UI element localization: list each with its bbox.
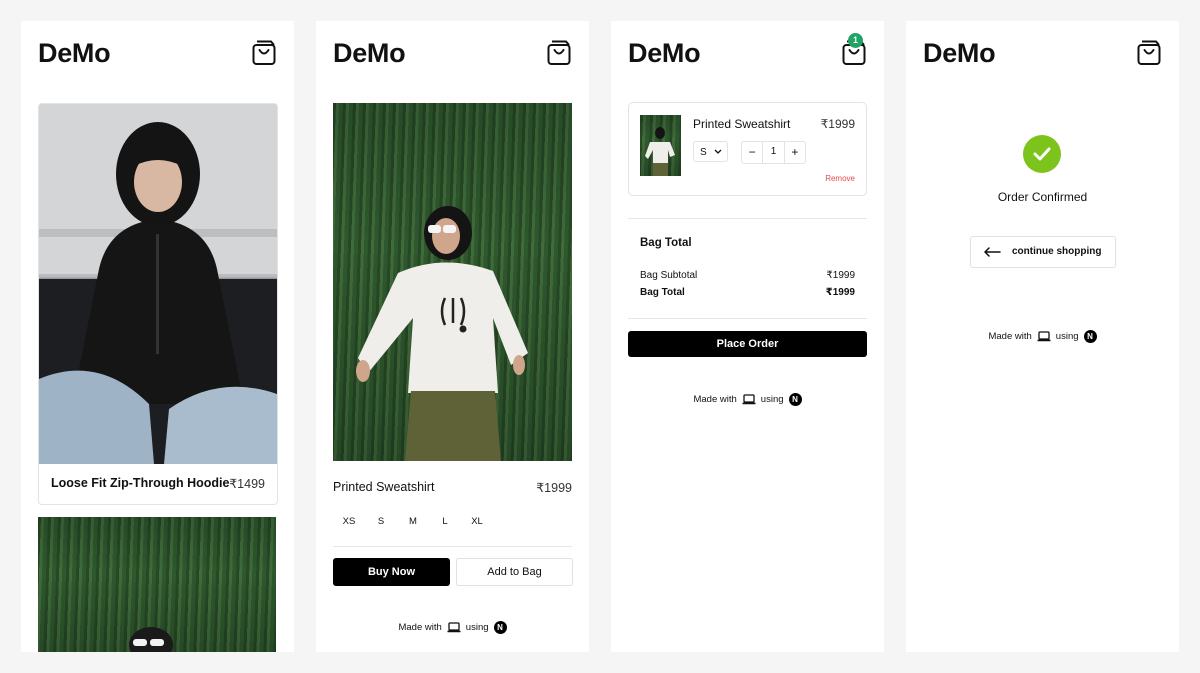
bag-button[interactable]: 1	[841, 33, 867, 67]
check-icon	[1033, 147, 1051, 161]
made-with-footer: Made with using N	[316, 621, 589, 634]
nextjs-logo-icon[interactable]: N	[1083, 330, 1097, 343]
size-option-xs[interactable]: XS	[333, 515, 365, 529]
order-confirmed-message: Order Confirmed	[997, 190, 1088, 204]
using-text: using	[465, 622, 489, 633]
bag-screen: DeMo 1 Printed Sweatshirt ₹1999 S − 1 + …	[611, 21, 884, 652]
using-text: using	[760, 394, 784, 405]
product-name[interactable]: Loose Fit Zip-Through Hoodie	[51, 476, 229, 490]
listing-screen: DeMo Loose Fit Zip-Through Hoodie ₹1499	[21, 21, 294, 652]
made-with-footer: Made with using N	[906, 330, 1179, 343]
place-order-button[interactable]: Place Order	[628, 331, 867, 357]
header: DeMo	[333, 37, 572, 69]
laptop-icon	[742, 394, 756, 405]
nextjs-logo-icon[interactable]: N	[788, 393, 802, 406]
bag-button[interactable]	[251, 39, 277, 67]
subtotal-label: Bag Subtotal	[640, 270, 698, 281]
brand-logo[interactable]: DeMo	[923, 37, 996, 69]
total-row: Bag Total ₹1999	[640, 287, 855, 298]
divider	[628, 218, 867, 219]
continue-shopping-button[interactable]: continue shopping	[970, 236, 1116, 268]
sweatshirt-illustration	[356, 206, 528, 461]
willow-illustration	[129, 627, 173, 652]
bag-icon	[252, 40, 276, 65]
continue-shopping-label: continue shopping	[1012, 246, 1102, 257]
brand-logo[interactable]: DeMo	[628, 37, 701, 69]
using-text: using	[1055, 331, 1079, 342]
quantity-value[interactable]: 1	[762, 142, 785, 163]
subtotal-row: Bag Subtotal ₹1999	[640, 270, 855, 281]
add-to-bag-button[interactable]: Add to Bag	[456, 558, 573, 586]
header: DeMo 1	[628, 33, 867, 69]
size-dropdown-value: S	[700, 147, 707, 158]
made-with-text: Made with	[988, 331, 1032, 342]
chevron-down-icon	[714, 149, 722, 154]
arrow-left-icon	[984, 247, 1001, 257]
product-price: ₹1499	[229, 477, 265, 491]
bag-icon	[547, 40, 571, 65]
plus-icon[interactable]: +	[785, 142, 805, 163]
cart-item-thumbnail[interactable]	[640, 115, 681, 176]
buy-now-button[interactable]: Buy Now	[333, 558, 450, 586]
cart-item-price: ₹1999	[820, 117, 855, 131]
size-option-xl[interactable]: XL	[461, 515, 493, 529]
success-badge	[1023, 135, 1061, 173]
size-option-s[interactable]: S	[365, 515, 397, 529]
product-image-next[interactable]	[38, 517, 276, 652]
brand-logo[interactable]: DeMo	[38, 37, 111, 69]
made-with-footer: Made with using N	[611, 393, 884, 406]
bag-icon	[1137, 40, 1161, 65]
brand-logo[interactable]: DeMo	[333, 37, 406, 69]
total-value: ₹1999	[825, 287, 855, 298]
header: DeMo	[38, 37, 277, 69]
product-card[interactable]: Loose Fit Zip-Through Hoodie ₹1499	[38, 103, 278, 505]
product-image[interactable]	[39, 104, 277, 464]
nextjs-logo-icon[interactable]: N	[493, 621, 507, 634]
confirmation-screen: DeMo Order Confirmed continue shopping M…	[906, 21, 1179, 652]
bag-total-heading: Bag Total	[640, 237, 692, 249]
cart-count-badge: 1	[848, 33, 863, 48]
product-name: Printed Sweatshirt	[333, 480, 435, 494]
subtotal-value: ₹1999	[826, 270, 855, 281]
product-price: ₹1999	[536, 481, 572, 495]
product-detail-screen: DeMo Printed Sweatshirt ₹1999 XS S M L X…	[316, 21, 589, 652]
divider	[333, 546, 572, 547]
bag-button[interactable]	[546, 39, 572, 67]
size-option-l[interactable]: L	[429, 515, 461, 529]
product-image	[333, 103, 572, 461]
total-label: Bag Total	[640, 287, 685, 298]
size-dropdown[interactable]: S	[693, 141, 728, 162]
cart-item: Printed Sweatshirt ₹1999 S − 1 + Remove	[628, 102, 867, 196]
thumbnail-illustration	[645, 127, 675, 176]
hoodie-illustration	[39, 104, 277, 464]
remove-button[interactable]: Remove	[825, 174, 855, 183]
made-with-text: Made with	[398, 622, 442, 633]
size-option-m[interactable]: M	[397, 515, 429, 529]
laptop-icon	[447, 622, 461, 633]
made-with-text: Made with	[693, 394, 737, 405]
minus-icon[interactable]: −	[742, 142, 762, 163]
laptop-icon	[1037, 331, 1051, 342]
header: DeMo	[923, 37, 1162, 69]
cart-item-name: Printed Sweatshirt	[693, 117, 791, 131]
bag-button[interactable]	[1136, 39, 1162, 67]
divider	[628, 318, 867, 319]
size-selector: XS S M L XL	[333, 515, 493, 529]
quantity-stepper: − 1 +	[741, 141, 806, 164]
